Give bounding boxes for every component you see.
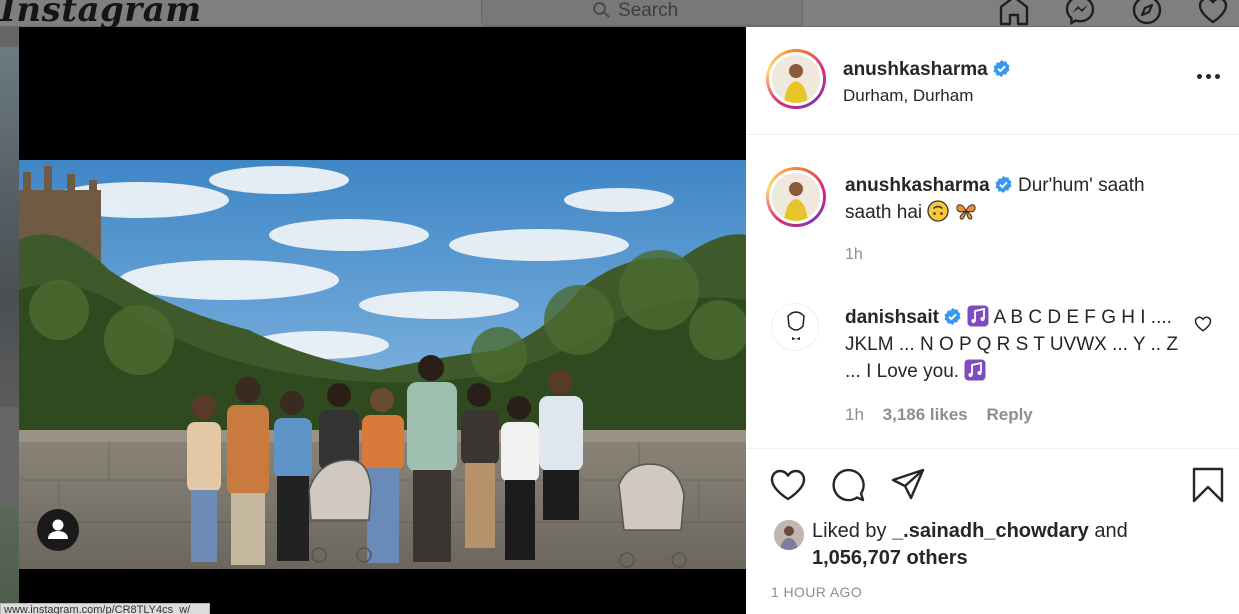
musical-notes-icon: [964, 359, 986, 381]
background-header: Instagram Search: [0, 0, 1239, 30]
author-avatar[interactable]: [766, 49, 826, 109]
liker-avatar[interactable]: [774, 520, 804, 550]
comment-bubble-icon[interactable]: [830, 467, 866, 503]
verified-badge-icon: [993, 59, 1010, 78]
caption-avatar-image: [772, 173, 820, 221]
user-icon: [48, 519, 68, 539]
butterfly-icon: [956, 204, 976, 220]
liked-by-user[interactable]: _.sainadh_chowdary: [892, 520, 1089, 542]
post-header: anushkasharma Durham, Durham: [746, 27, 1239, 135]
commenter-avatar-image: [772, 304, 818, 350]
post-photo[interactable]: [19, 160, 746, 569]
comment-likes[interactable]: 3,186 likes: [883, 405, 968, 424]
liker-avatar-image: [774, 520, 804, 550]
activity-heart-icon[interactable]: [1197, 0, 1229, 26]
comment-timestamp[interactable]: 1h: [845, 405, 864, 424]
post-details-panel: anushkasharma Durham, Durham anushkashar…: [746, 27, 1239, 614]
verified-badge-icon: [944, 307, 961, 326]
post-media: [19, 27, 746, 614]
author-username[interactable]: anushkasharma: [843, 59, 988, 80]
liked-by-text: Liked by _.sainadh_chowdary and 1,056,70…: [812, 518, 1128, 572]
musical-notes-icon: [967, 305, 989, 327]
more-options-button[interactable]: [1196, 69, 1226, 83]
group-photo-image: [19, 160, 746, 569]
liked-by-prefix: Liked by: [812, 520, 887, 542]
caption-timestamp[interactable]: 1h: [845, 246, 863, 264]
author-name-row: anushkasharma: [843, 59, 1011, 81]
commenter-avatar[interactable]: [771, 303, 819, 351]
caption-username[interactable]: anushkasharma: [845, 175, 990, 196]
liked-by-and: and: [1094, 520, 1128, 542]
post-caption: anushkasharma Dur'hum' saath saath hai: [845, 172, 1195, 226]
comment-meta: 1h 3,186 likes Reply: [845, 405, 1047, 425]
background-feed-strip: [0, 27, 19, 614]
comment: danishsait A B C D E F G H I .... JKLM .…: [845, 304, 1185, 385]
author-avatar-image: [772, 55, 820, 103]
caption-author-avatar[interactable]: [766, 167, 826, 227]
post-timestamp[interactable]: 1 HOUR AGO: [771, 584, 862, 600]
browser-status-url: www.instagram.com/p/CR8TLY4cs_w/: [0, 603, 210, 614]
explore-icon[interactable]: [1131, 0, 1163, 26]
upside-down-face-icon: [927, 200, 950, 222]
comment-username[interactable]: danishsait: [845, 307, 939, 328]
messenger-icon[interactable]: [1064, 0, 1096, 26]
share-paper-plane-icon[interactable]: [890, 467, 926, 503]
comment-like-heart-icon[interactable]: [1194, 315, 1212, 333]
like-heart-icon[interactable]: [770, 467, 806, 503]
reply-button[interactable]: Reply: [986, 405, 1032, 424]
home-icon[interactable]: [998, 0, 1030, 26]
search-placeholder: Search: [618, 0, 679, 21]
instagram-logo[interactable]: Instagram: [0, 0, 202, 30]
save-bookmark-icon[interactable]: [1190, 467, 1226, 503]
search-icon: [593, 2, 606, 15]
tagged-people-button[interactable]: [37, 509, 79, 551]
search-box[interactable]: Search: [481, 0, 803, 26]
liked-by-others[interactable]: 1,056,707 others: [812, 547, 968, 569]
post-modal: anushkasharma Durham, Durham anushkashar…: [19, 27, 1239, 614]
verified-badge-icon: [995, 175, 1012, 194]
post-location[interactable]: Durham, Durham: [843, 86, 973, 106]
